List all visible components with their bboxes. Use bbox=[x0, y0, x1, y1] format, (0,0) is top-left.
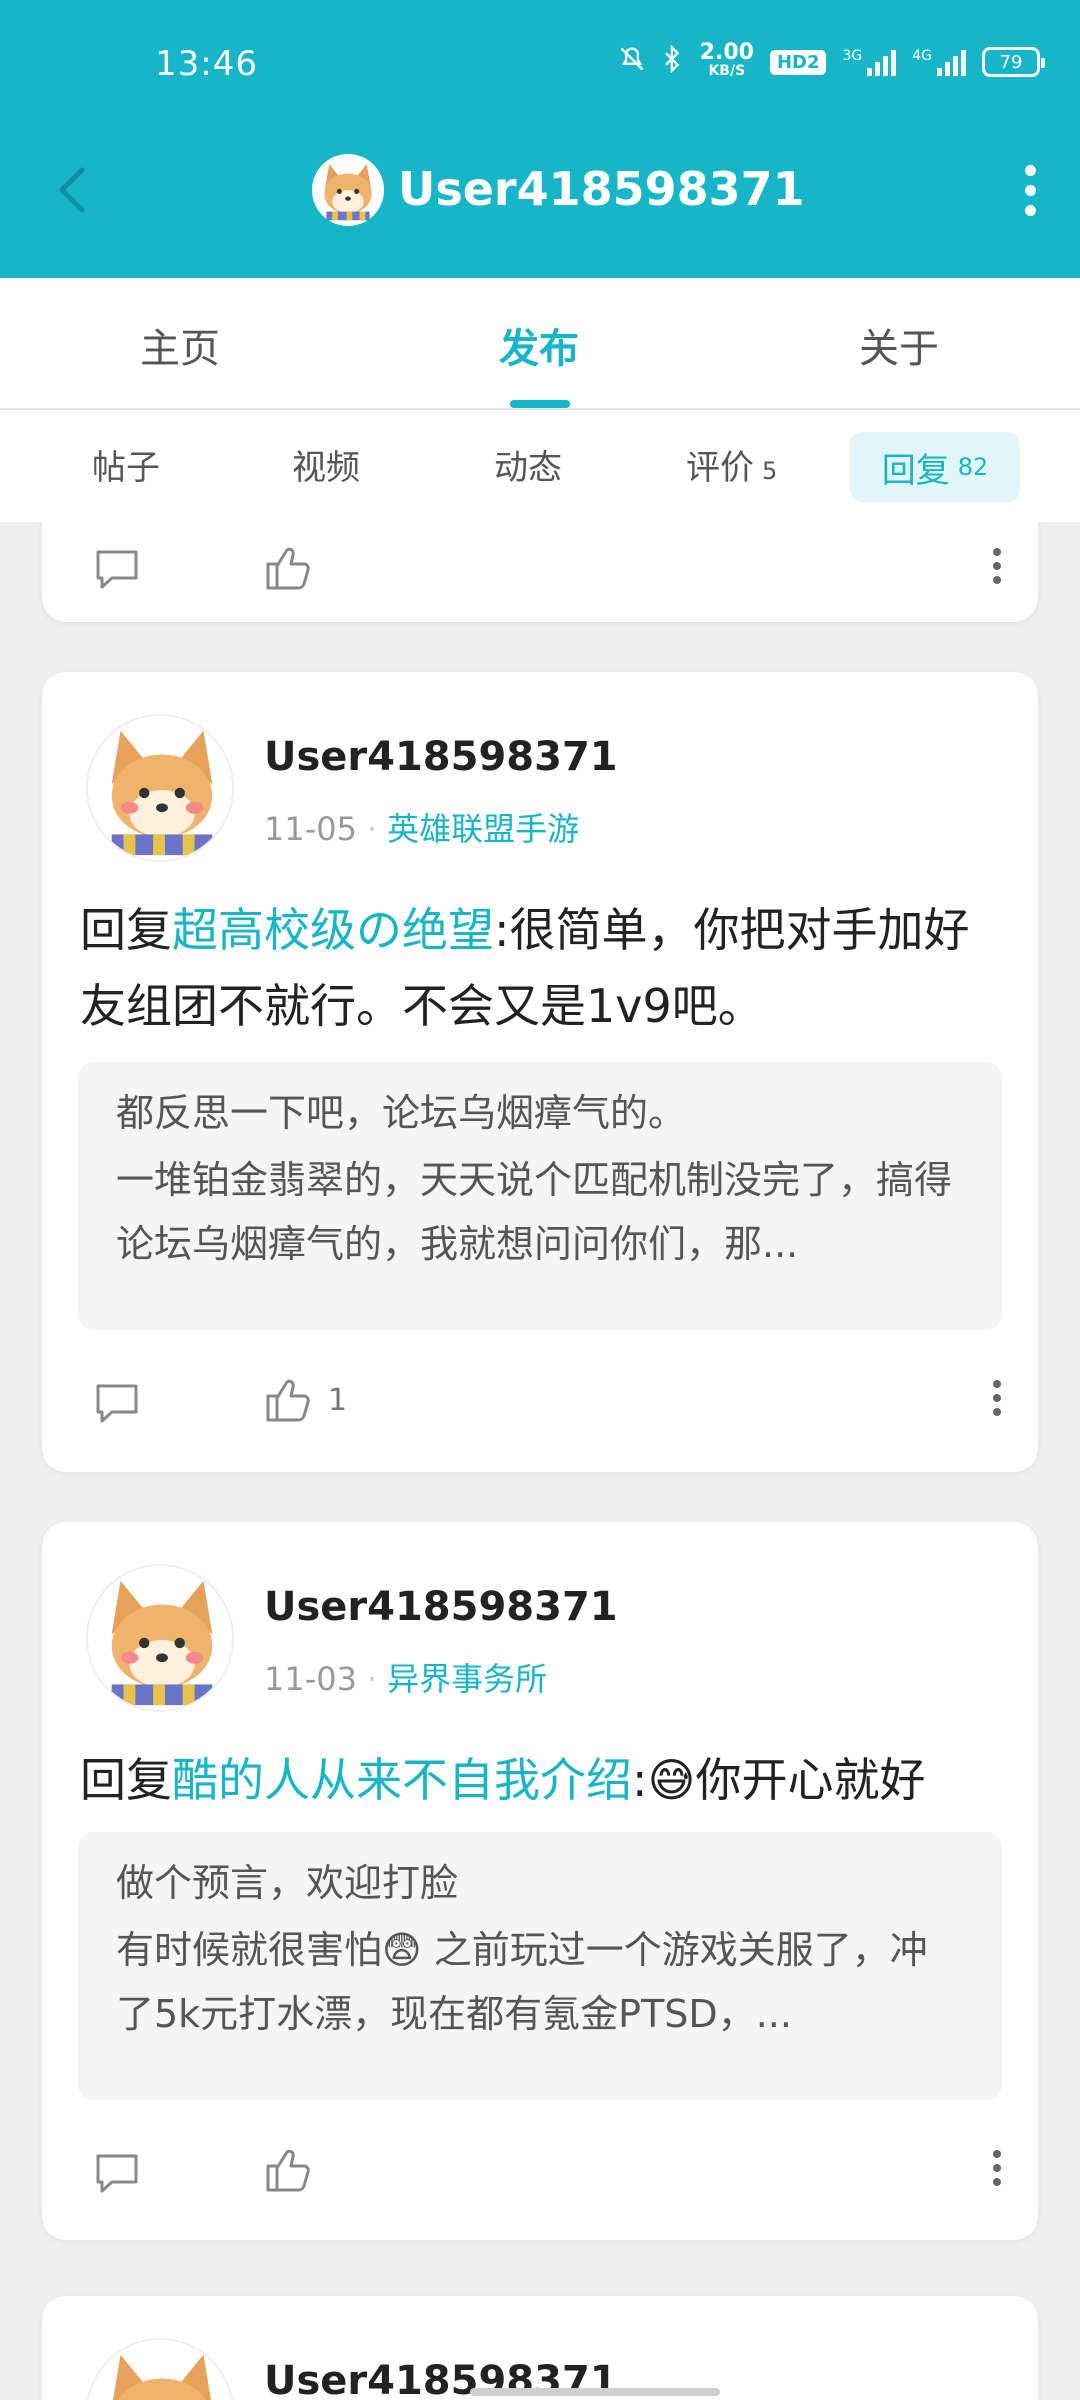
subtab-threads[interactable]: 帖子 bbox=[92, 440, 160, 489]
status-icons: 2.00 KB/S HD2 3G 4G 79 bbox=[618, 40, 1045, 80]
like-count: 1 bbox=[328, 1382, 348, 1418]
comment-button[interactable] bbox=[92, 544, 142, 594]
comment-button[interactable] bbox=[92, 2148, 142, 2198]
signal-icon-1: 3G bbox=[842, 48, 897, 76]
quoted-post[interactable]: 做个预言，欢迎打脸 有时候就很害怕😨 之前玩过一个游戏关服了，冲了5k元打水漂，… bbox=[78, 1832, 1002, 2100]
comment-button[interactable] bbox=[92, 1378, 142, 1428]
subtab-moments[interactable]: 动态 bbox=[494, 440, 562, 489]
quote-body: 有时候就很害怕😨 之前玩过一个游戏关服了，冲了5k元打水漂，现在都有氪金PTSD… bbox=[116, 1928, 928, 2036]
more-vertical-icon bbox=[1024, 160, 1036, 220]
mute-icon bbox=[618, 45, 646, 80]
profile-header: User418598371 bbox=[0, 130, 1080, 278]
tab-home[interactable]: 主页 bbox=[140, 316, 220, 374]
more-dots-button[interactable] bbox=[990, 1380, 1004, 1424]
forum-link[interactable]: 异界事务所 bbox=[387, 1660, 547, 1698]
more-dots-button[interactable] bbox=[990, 2150, 1004, 2194]
avatar[interactable] bbox=[86, 1564, 234, 1712]
more-dots-icon bbox=[993, 1380, 1001, 1416]
tab-about[interactable]: 关于 bbox=[859, 316, 939, 374]
quote-title: 做个预言，欢迎打脸 bbox=[116, 1861, 459, 1905]
quote-body: 一堆铂金翡翠的，天天说个匹配机制没完了，搞得论坛乌烟瘴气的，我就想问问你们，那.… bbox=[116, 1158, 953, 1266]
chevron-left-icon bbox=[59, 167, 85, 213]
avatar[interactable] bbox=[86, 2338, 234, 2400]
network-speed: 2.00 KB/S bbox=[699, 40, 754, 80]
comment-icon bbox=[96, 1384, 138, 1423]
more-vertical-button[interactable] bbox=[1010, 160, 1050, 220]
status-time: 13:46 bbox=[155, 44, 258, 84]
thumbs-up-icon bbox=[266, 547, 310, 590]
status-bar: 13:46 2.00 KB/S HD2 3G 4G 79 bbox=[0, 0, 1080, 130]
subtab-replies[interactable]: 回复 82 bbox=[850, 432, 1020, 502]
bluetooth-icon bbox=[662, 44, 684, 80]
more-dots-button[interactable] bbox=[990, 548, 1004, 592]
forum-link[interactable]: 英雄联盟手游 bbox=[387, 810, 579, 848]
tab-posts[interactable]: 发布 bbox=[499, 316, 579, 374]
quote-title: 都反思一下吧，论坛乌烟瘴气的。 bbox=[116, 1091, 687, 1135]
subtab-reviews[interactable]: 评价 5 bbox=[686, 440, 777, 489]
reply-feed[interactable]: User418598371 11-05 · 英雄联盟手游 回复超高校级の绝望:很简单… bbox=[0, 522, 1080, 2400]
active-tab-indicator bbox=[510, 400, 570, 408]
thumbs-up-icon bbox=[266, 2149, 310, 2192]
more-dots-icon bbox=[993, 548, 1001, 584]
thumbs-up-icon bbox=[266, 1379, 310, 1422]
avatar[interactable] bbox=[86, 714, 234, 862]
more-dots-icon bbox=[993, 2150, 1001, 2186]
comment-icon bbox=[96, 550, 138, 589]
post-date: 11-05 bbox=[264, 810, 357, 848]
back-button[interactable] bbox=[44, 160, 104, 220]
header-username: User418598371 bbox=[398, 162, 805, 216]
post-meta: 11-05 · 英雄联盟手游 bbox=[264, 810, 580, 848]
mention-link[interactable]: 酷的人从来不自我介绍 bbox=[172, 1753, 632, 1807]
comment-icon bbox=[96, 2154, 138, 2193]
author-name[interactable]: User418598371 bbox=[264, 734, 618, 780]
quoted-post[interactable]: 都反思一下吧，论坛乌烟瘴气的。 一堆铂金翡翠的，天天说个匹配机制没完了，搞得论坛… bbox=[78, 1062, 1002, 1330]
header-avatar[interactable] bbox=[312, 154, 384, 226]
subtab-videos[interactable]: 视频 bbox=[292, 440, 360, 489]
reply-content[interactable]: 回复超高校级の绝望:很简单，你把对手加好友组团不就行。不会又是1v9吧。 bbox=[80, 892, 1000, 1044]
signal-icon-2: 4G bbox=[912, 48, 966, 76]
author-name[interactable]: User418598371 bbox=[264, 1584, 618, 1630]
reply-content[interactable]: 回复酷的人从来不自我介绍:😅你开心就好 bbox=[80, 1742, 1000, 1818]
home-indicator[interactable] bbox=[470, 2388, 720, 2396]
hd-badge: HD2 bbox=[769, 49, 827, 75]
post-date: 11-03 bbox=[264, 1660, 357, 1698]
like-button[interactable]: 1 bbox=[262, 1374, 347, 1426]
reply-card[interactable]: User418598371 11-03 · 异界事务所 回复酷的人从来不自我介绍:😅… bbox=[42, 1522, 1038, 2240]
reply-card[interactable]: User418598371 bbox=[42, 2296, 1038, 2400]
mention-link[interactable]: 超高校级の绝望 bbox=[172, 903, 494, 957]
main-tabs: 主页 发布 关于 bbox=[0, 278, 1080, 410]
like-button[interactable] bbox=[262, 542, 314, 594]
like-button[interactable] bbox=[262, 2144, 328, 2196]
battery-icon: 79 bbox=[982, 47, 1045, 77]
reply-card-partial bbox=[42, 522, 1038, 622]
reply-card[interactable]: User418598371 11-05 · 英雄联盟手游 回复超高校级の绝望:很简单… bbox=[42, 672, 1038, 1472]
post-meta: 11-03 · 异界事务所 bbox=[264, 1660, 548, 1698]
sub-tabs: 帖子 视频 动态 评价 5 回复 82 bbox=[0, 410, 1080, 522]
